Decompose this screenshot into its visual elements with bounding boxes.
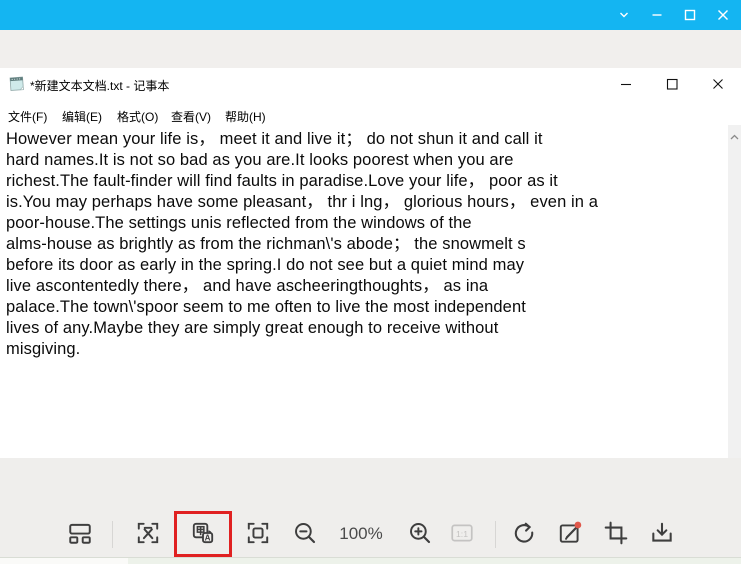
menu-view[interactable]: 查看(V) bbox=[168, 107, 214, 126]
notepad-maximize-button[interactable] bbox=[649, 68, 695, 104]
viewer-collapse-button[interactable] bbox=[609, 0, 639, 30]
menu-help[interactable]: 帮助(H) bbox=[222, 107, 269, 126]
bottom-edge-strip bbox=[0, 557, 741, 564]
layout-button[interactable] bbox=[67, 522, 93, 548]
notepad-titlebar[interactable]: *新建文本文档.txt - 记事本 bbox=[0, 68, 741, 104]
crop-icon bbox=[603, 520, 629, 551]
ocr-icon bbox=[135, 520, 161, 551]
notepad-window-title: *新建文本文档.txt - 记事本 bbox=[30, 79, 170, 93]
crop-button[interactable] bbox=[603, 520, 629, 551]
rotate-icon bbox=[511, 520, 537, 551]
toolbar-divider bbox=[112, 521, 113, 548]
layout-icon bbox=[67, 520, 93, 551]
maximize-icon bbox=[664, 76, 680, 97]
desktop-gap bbox=[0, 30, 741, 68]
minimize-icon bbox=[649, 7, 665, 23]
edit-icon bbox=[557, 520, 583, 551]
download-icon bbox=[649, 520, 675, 551]
svg-text:1:1: 1:1 bbox=[456, 528, 468, 538]
edit-button[interactable] bbox=[557, 520, 583, 551]
menu-file[interactable]: 文件(F) bbox=[5, 107, 50, 126]
maximize-icon bbox=[682, 7, 698, 23]
viewer-minimize-button[interactable] bbox=[642, 0, 672, 30]
ocr-button[interactable] bbox=[135, 522, 161, 548]
toolbar-divider bbox=[495, 521, 496, 548]
notepad-scrollbar[interactable] bbox=[728, 125, 741, 458]
zoom-in-icon bbox=[407, 520, 433, 551]
zoom-out-icon bbox=[292, 520, 318, 551]
notepad-app-icon bbox=[8, 74, 26, 94]
download-button[interactable] bbox=[649, 522, 675, 548]
translate-icon: A bbox=[190, 520, 216, 551]
viewer-maximize-button[interactable] bbox=[675, 0, 705, 30]
one-to-one-icon: 1:1 bbox=[449, 520, 475, 551]
notepad-menubar: 文件(F) 编辑(E) 格式(O) 查看(V) 帮助(H) bbox=[0, 104, 741, 126]
svg-text:A: A bbox=[205, 533, 211, 542]
menu-format[interactable]: 格式(O) bbox=[114, 107, 161, 126]
scroll-up-icon[interactable] bbox=[729, 130, 740, 458]
notepad-close-button[interactable] bbox=[695, 68, 741, 104]
menu-edit[interactable]: 编辑(E) bbox=[59, 107, 105, 126]
zoom-in-button[interactable] bbox=[407, 522, 433, 548]
notepad-minimize-button[interactable] bbox=[603, 68, 649, 104]
viewer-close-button[interactable] bbox=[708, 0, 738, 30]
translate-button[interactable]: A bbox=[190, 522, 216, 548]
fit-screen-button[interactable] bbox=[245, 522, 271, 548]
one-to-one-button[interactable]: 1:1 bbox=[449, 522, 475, 548]
viewer-titlebar bbox=[0, 0, 741, 30]
fit-screen-icon bbox=[245, 520, 271, 551]
zoom-out-button[interactable] bbox=[292, 522, 318, 548]
notepad-window: *新建文本文档.txt - 记事本 文件(F) 编辑(E) 格式(O) 查看(V… bbox=[0, 68, 741, 458]
chevron-down-icon bbox=[616, 7, 632, 23]
minimize-icon bbox=[618, 76, 634, 97]
notepad-text-area[interactable]: However mean your life is， meet it and l… bbox=[0, 126, 728, 458]
viewer-toolbar: A 100% 1:1 bbox=[0, 458, 741, 557]
zoom-level-label: 100% bbox=[339, 524, 383, 543]
close-icon bbox=[715, 7, 731, 23]
close-icon bbox=[710, 76, 726, 97]
rotate-button[interactable] bbox=[511, 522, 537, 548]
